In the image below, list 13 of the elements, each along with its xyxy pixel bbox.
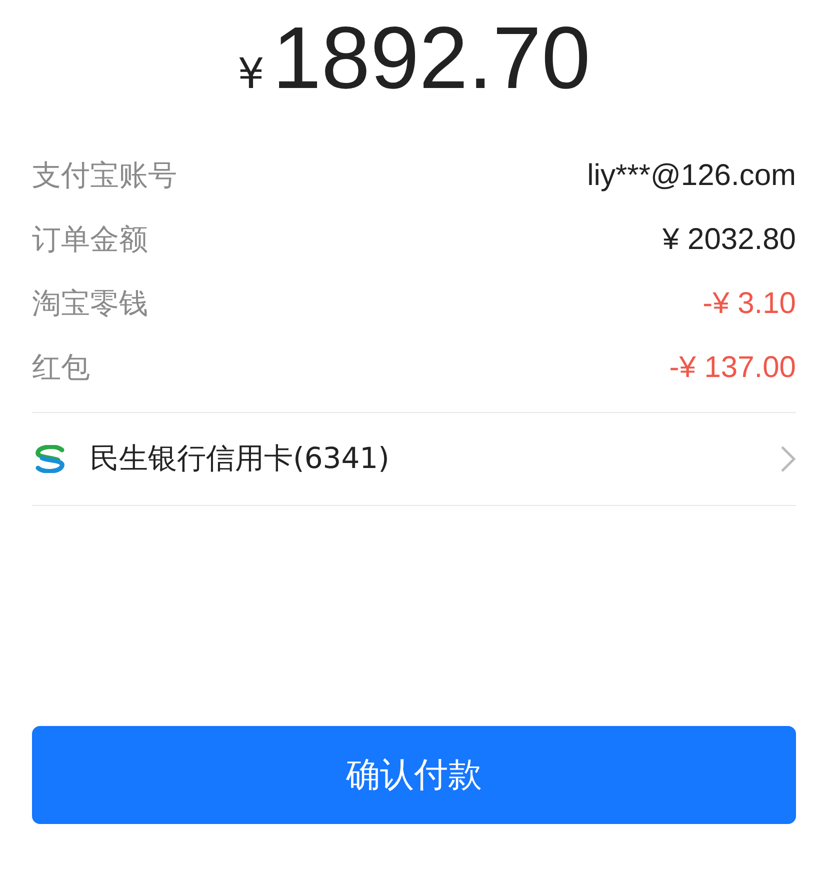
detail-label: 淘宝零钱 bbox=[32, 285, 148, 322]
payment-method[interactable]: 民生银行信用卡(6341) bbox=[90, 439, 780, 479]
detail-label: 支付宝账号 bbox=[32, 157, 177, 194]
payment-amount: 1892.70 bbox=[272, 14, 590, 102]
detail-label: 红包 bbox=[32, 349, 90, 386]
detail-value: -¥ 3.10 bbox=[702, 287, 796, 321]
detail-value: liy***@126.com bbox=[587, 159, 796, 193]
detail-label: 订单金额 bbox=[32, 221, 148, 258]
detail-value: ¥ 2032.80 bbox=[662, 223, 796, 257]
confirm-payment-button[interactable]: 确认付款 bbox=[32, 726, 796, 824]
detail-value: -¥ 137.00 bbox=[669, 351, 796, 385]
currency-symbol: ¥ bbox=[238, 49, 264, 98]
chevron-right-icon bbox=[780, 445, 796, 473]
